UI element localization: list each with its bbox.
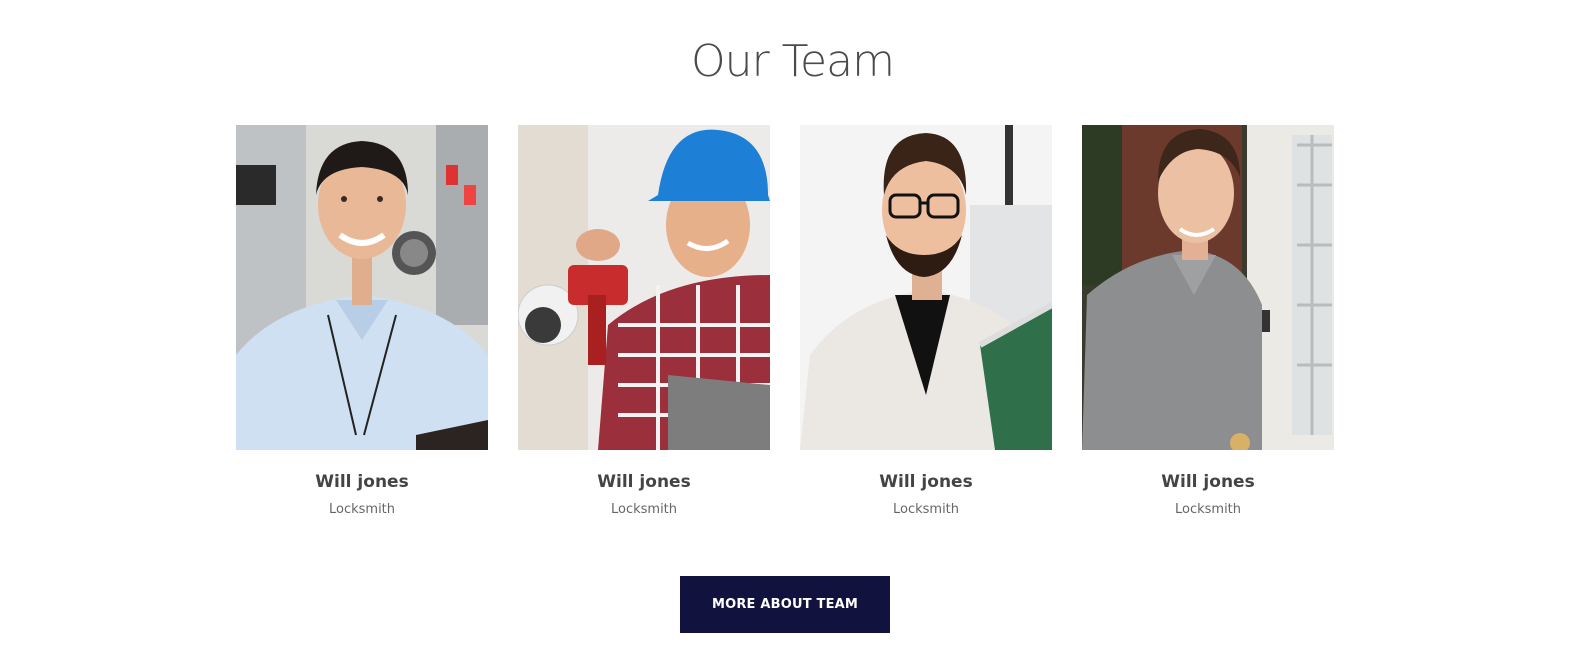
team-member-role: Locksmith (328, 502, 396, 517)
team-member-photo[interactable] (800, 125, 1052, 450)
technician-photo (236, 125, 488, 450)
team-card: Will jones Locksmith (518, 125, 770, 517)
team-card: Will jones Locksmith (1082, 125, 1334, 517)
team-member-photo[interactable] (236, 125, 488, 450)
worker-hard-hat-photo (518, 125, 770, 450)
more-about-team-button[interactable]: MORE ABOUT TEAM (680, 576, 890, 633)
team-member-role: Locksmith (610, 502, 678, 517)
section-title: Our Team (691, 36, 895, 87)
team-member-role: Locksmith (1174, 502, 1242, 517)
team-card: Will jones Locksmith (236, 125, 488, 517)
engineer-glasses-photo (800, 125, 1052, 450)
team-member-name: Will jones (597, 472, 691, 492)
team-member-photo[interactable] (1082, 125, 1334, 450)
team-member-name: Will jones (1161, 472, 1255, 492)
team-member-role: Locksmith (892, 502, 960, 517)
team-member-photo[interactable] (518, 125, 770, 450)
team-grid: Will jones Locksmith Will jones Locksmit… (0, 125, 1585, 545)
man-grey-polo-photo (1082, 125, 1334, 450)
team-member-name: Will jones (315, 472, 409, 492)
team-member-name: Will jones (879, 472, 973, 492)
team-card: Will jones Locksmith (800, 125, 1052, 517)
